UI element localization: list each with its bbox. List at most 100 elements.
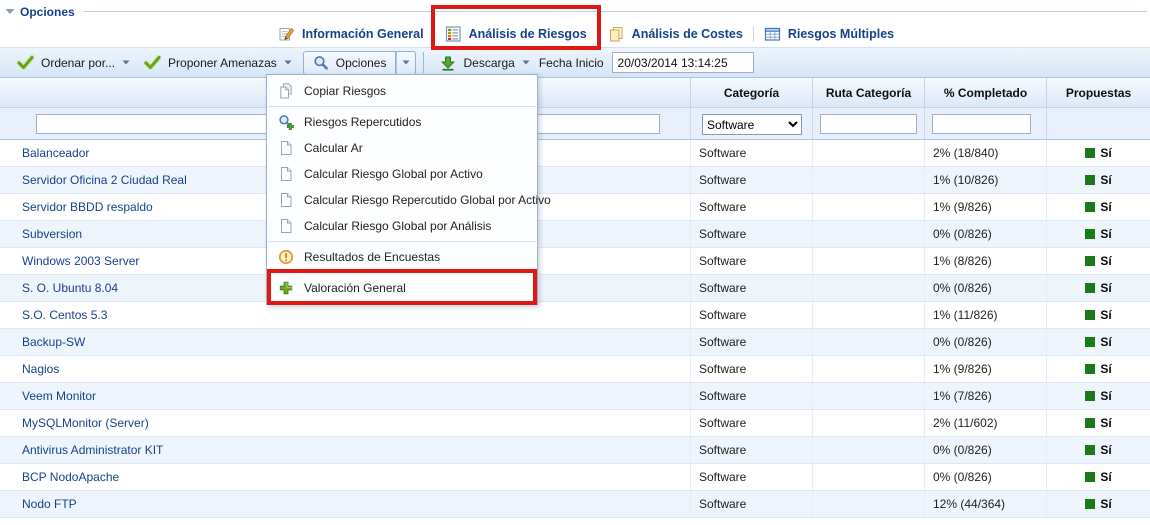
category-cell: Software: [690, 194, 812, 220]
asset-name-cell[interactable]: Nagios: [0, 356, 690, 382]
completado-cell: 0% (0/826): [924, 464, 1046, 490]
toolbar: Ordenar por... Proponer Amenazas Opcione…: [0, 47, 1150, 78]
table-row[interactable]: S. O. Ubuntu 8.04Software0% (0/826)Sí: [0, 275, 1150, 302]
table-row[interactable]: Veem MonitorSoftware1% (7/826)Sí: [0, 383, 1150, 410]
menu-separator: [268, 106, 536, 107]
chevron-down-icon: [522, 60, 530, 65]
tab-analisis-de-riesgos[interactable]: Análisis de Riesgos: [435, 20, 597, 47]
propose-threats-label: Proponer Amenazas: [168, 56, 277, 70]
propuestas-cell: Sí: [1046, 194, 1150, 220]
download-button[interactable]: Descarga: [433, 52, 536, 74]
completado-filter-input[interactable]: [932, 114, 1031, 134]
category-cell: Software: [690, 248, 812, 274]
table-row[interactable]: S.O. Centos 5.3Software1% (11/826)Sí: [0, 302, 1150, 329]
options-split-button: Opciones: [303, 51, 417, 75]
tab-riesgos-multiples[interactable]: Riesgos Múltiples: [754, 20, 904, 47]
category-cell: Software: [690, 140, 812, 166]
column-header-ruta-categoria[interactable]: Ruta Categoría: [812, 78, 924, 107]
menu-item-calcular-ar[interactable]: Calcular Ar: [267, 135, 537, 161]
risk-analysis-app: Opciones Información General Análisis de …: [0, 0, 1150, 525]
menu-item-copiar-riesgos[interactable]: Copiar Riesgos: [267, 78, 537, 104]
asset-name-cell[interactable]: Backup-SW: [0, 329, 690, 355]
table-row[interactable]: BCP NodoApacheSoftware0% (0/826)Sí: [0, 464, 1150, 491]
asset-name-cell[interactable]: MySQLMonitor (Server): [0, 410, 690, 436]
table-row[interactable]: MySQLMonitor (Server)Software2% (11/602)…: [0, 410, 1150, 437]
tab-label: Análisis de Riesgos: [469, 27, 587, 41]
table-row[interactable]: NagiosSoftware1% (9/826)Sí: [0, 356, 1150, 383]
column-header-completado[interactable]: % Completado: [924, 78, 1046, 107]
ruta-categoria-filter-input[interactable]: [820, 114, 917, 134]
options-button[interactable]: Opciones: [303, 51, 397, 75]
completado-cell: 1% (8/826): [924, 248, 1046, 274]
proposal-label: Sí: [1100, 281, 1111, 295]
table-row[interactable]: SubversionSoftware0% (0/826)Sí: [0, 221, 1150, 248]
completado-cell: 1% (7/826): [924, 383, 1046, 409]
table-row[interactable]: Antivirus Administrator KITSoftware0% (0…: [0, 437, 1150, 464]
propuestas-cell: Sí: [1046, 248, 1150, 274]
collapse-arrow-icon[interactable]: [5, 8, 15, 15]
table-row[interactable]: Backup-SWSoftware0% (0/826)Sí: [0, 329, 1150, 356]
column-header-categoria[interactable]: Categoría: [690, 78, 812, 107]
download-icon: [440, 55, 456, 71]
grid-header-row: Categoría Ruta Categoría % Completado Pr…: [0, 78, 1150, 108]
ruta-categoria-cell: [812, 356, 924, 382]
menu-item-label: Calcular Ar: [304, 141, 363, 155]
asset-name-cell[interactable]: Antivirus Administrator KIT: [0, 437, 690, 463]
menu-item-riesgos-repercutidos[interactable]: Riesgos Repercutidos: [267, 109, 537, 135]
ruta-categoria-cell: [812, 248, 924, 274]
options-dropdown-arrow[interactable]: [396, 51, 416, 75]
asset-name-cell[interactable]: Veem Monitor: [0, 383, 690, 409]
menu-item-calcular-riesgo-global-por-analisis[interactable]: Calcular Riesgo Global por Análisis: [267, 213, 537, 239]
proposal-indicator-square: [1085, 310, 1095, 320]
chevron-down-icon: [122, 60, 130, 65]
table-row[interactable]: Nodo FTPSoftware12% (44/364)Sí: [0, 491, 1150, 518]
sort-by-label: Ordenar por...: [41, 56, 115, 70]
menu-item-valoracion-general[interactable]: Valoración General: [267, 275, 537, 301]
proposal-label: Sí: [1100, 200, 1111, 214]
table-row[interactable]: Servidor BBDD respaldoSoftware1% (9/826)…: [0, 194, 1150, 221]
magnifier-icon: [313, 55, 329, 71]
proposal-indicator-square: [1085, 175, 1095, 185]
table-row[interactable]: Windows 2003 ServerSoftware1% (8/826)Sí: [0, 248, 1150, 275]
ruta-categoria-cell: [812, 275, 924, 301]
menu-item-label: Valoración General: [304, 281, 406, 295]
chevron-down-icon: [402, 60, 410, 65]
filter-cell: [1046, 108, 1150, 139]
page-icon: [278, 140, 294, 156]
propuestas-cell: Sí: [1046, 410, 1150, 436]
category-filter-select[interactable]: Software: [702, 114, 802, 135]
table-row[interactable]: BalanceadorSoftware2% (18/840)Sí: [0, 140, 1150, 167]
ruta-categoria-cell: [812, 302, 924, 328]
completado-cell: 2% (18/840): [924, 140, 1046, 166]
section-title: Opciones: [20, 5, 75, 19]
menu-item-resultados-de-encuestas[interactable]: Resultados de Encuestas: [267, 244, 537, 270]
category-cell: Software: [690, 356, 812, 382]
ruta-categoria-cell: [812, 194, 924, 220]
tab-informacion-general[interactable]: Información General: [268, 20, 434, 47]
proposal-indicator-square: [1085, 499, 1095, 509]
completado-cell: 1% (11/826): [924, 302, 1046, 328]
proposal-label: Sí: [1100, 335, 1111, 349]
column-header-propuestas[interactable]: Propuestas: [1046, 78, 1150, 107]
sort-by-button[interactable]: Ordenar por...: [10, 52, 137, 73]
check-icon: [144, 55, 161, 70]
completado-cell: 0% (0/826): [924, 275, 1046, 301]
category-cell: Software: [690, 167, 812, 193]
proposal-label: Sí: [1100, 146, 1111, 160]
tab-analisis-de-costes[interactable]: Análisis de Costes: [598, 20, 753, 47]
tab-bar: Información General Análisis de Riesgos An…: [0, 20, 1150, 47]
menu-item-calcular-riesgo-repercutido-global-por-activo[interactable]: Calcular Riesgo Repercutido Global por A…: [267, 187, 537, 213]
asset-name-cell[interactable]: Nodo FTP: [0, 491, 690, 517]
propose-threats-button[interactable]: Proponer Amenazas: [137, 52, 299, 73]
risk-table-icon: [445, 26, 462, 42]
menu-item-calcular-riesgo-global-por-activo[interactable]: Calcular Riesgo Global por Activo: [267, 161, 537, 187]
asset-name-cell[interactable]: S.O. Centos 5.3: [0, 302, 690, 328]
cost-pages-icon: [608, 26, 625, 42]
asset-name-cell[interactable]: BCP NodoApache: [0, 464, 690, 490]
menu-item-label: Calcular Riesgo Repercutido Global por A…: [304, 193, 551, 207]
category-cell: Software: [690, 410, 812, 436]
risk-grid: Categoría Ruta Categoría % Completado Pr…: [0, 78, 1150, 518]
start-date-input[interactable]: [612, 52, 754, 73]
page-icon: [278, 218, 294, 234]
table-row[interactable]: Servidor Oficina 2 Ciudad RealSoftware1%…: [0, 167, 1150, 194]
